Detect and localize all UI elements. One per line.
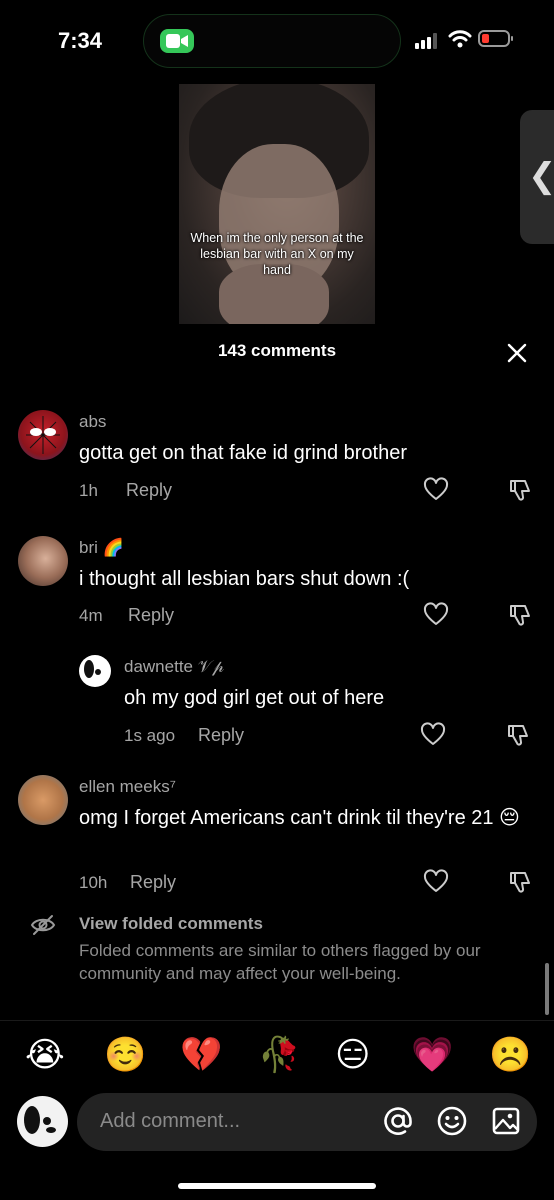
comment-text: gotta get on that fake id grind brother xyxy=(79,442,407,464)
reply-button[interactable]: Reply xyxy=(198,725,244,746)
comment-text: i thought all lesbian bars shut down :( xyxy=(79,568,410,590)
facetime-icon xyxy=(160,29,194,53)
reply-button[interactable]: Reply xyxy=(130,872,176,893)
home-indicator[interactable] xyxy=(178,1183,376,1189)
comment-username[interactable]: ellen meeks⁷ xyxy=(79,777,176,797)
mention-icon[interactable] xyxy=(382,1105,414,1137)
close-icon[interactable] xyxy=(505,341,529,365)
comment-time: 10h xyxy=(79,873,108,892)
video-thumbnail[interactable]: When im the only person at the lesbian b… xyxy=(179,84,375,324)
cellular-signal-icon xyxy=(415,33,437,49)
folded-description: Folded comments are similar to others fl… xyxy=(79,941,481,983)
comment-username[interactable]: abs xyxy=(79,412,106,432)
scrollbar[interactable] xyxy=(545,963,549,1015)
avatar[interactable] xyxy=(18,775,68,825)
comment-text: omg I forget Americans can't drink til t… xyxy=(79,807,520,829)
comment-time: 1h xyxy=(79,481,98,500)
comment-input-placeholder: Add comment... xyxy=(100,1110,241,1132)
like-heart-icon[interactable] xyxy=(423,869,449,895)
reply-button[interactable]: Reply xyxy=(126,480,172,501)
chevron-left-icon: ❮ xyxy=(528,157,554,195)
emoji-picker-icon[interactable] xyxy=(436,1105,468,1137)
battery-icon xyxy=(478,30,513,47)
avatar[interactable] xyxy=(79,655,111,687)
reply-button[interactable]: Reply xyxy=(128,605,174,626)
comment-time: 4m xyxy=(79,606,103,625)
current-user-avatar[interactable] xyxy=(17,1096,68,1147)
emoji-expressionless[interactable]: 😑 xyxy=(335,1035,370,1075)
dislike-icon[interactable] xyxy=(507,869,533,895)
comment-text: oh my god girl get out of here xyxy=(124,687,385,709)
like-heart-icon[interactable] xyxy=(420,722,446,748)
like-heart-icon[interactable] xyxy=(423,477,449,503)
image-icon[interactable] xyxy=(490,1105,522,1137)
dislike-icon[interactable] xyxy=(507,477,533,503)
video-caption: When im the only person at the lesbian b… xyxy=(190,231,364,277)
emoji-pink-heart[interactable]: 💗 xyxy=(411,1035,453,1075)
comment-time: 1s ago xyxy=(124,726,176,745)
emoji-wilted-rose[interactable]: 🥀 xyxy=(258,1035,300,1075)
quick-emoji-bar: 😭 ☺️ 💔 🥀 😑 💗 ☹️ xyxy=(0,1020,554,1091)
comment-count: 143 comments xyxy=(217,341,337,360)
like-heart-icon[interactable] xyxy=(423,602,449,628)
emoji-broken-heart[interactable]: 💔 xyxy=(180,1035,222,1075)
comment-input[interactable]: Add comment... xyxy=(77,1093,537,1151)
wifi-icon xyxy=(448,30,472,48)
view-folded-comments-link[interactable]: View folded comments xyxy=(79,914,263,934)
status-time: 7:34 xyxy=(58,28,103,53)
comment-username[interactable]: bri 🌈 xyxy=(79,538,124,558)
emoji-frowning[interactable]: ☹️ xyxy=(489,1035,531,1075)
avatar[interactable] xyxy=(18,536,68,586)
dislike-icon[interactable] xyxy=(505,722,531,748)
comment-username[interactable]: dawnette 𝒱𝓅 xyxy=(124,657,224,677)
side-panel-toggle[interactable]: ❮ xyxy=(520,110,554,244)
dislike-icon[interactable] xyxy=(507,602,533,628)
avatar[interactable] xyxy=(18,410,68,460)
emoji-smiling[interactable]: ☺️ xyxy=(104,1035,146,1075)
eye-hidden-icon xyxy=(30,915,56,935)
dynamic-island[interactable] xyxy=(143,14,401,68)
emoji-crying[interactable]: 😭 xyxy=(25,1035,65,1075)
